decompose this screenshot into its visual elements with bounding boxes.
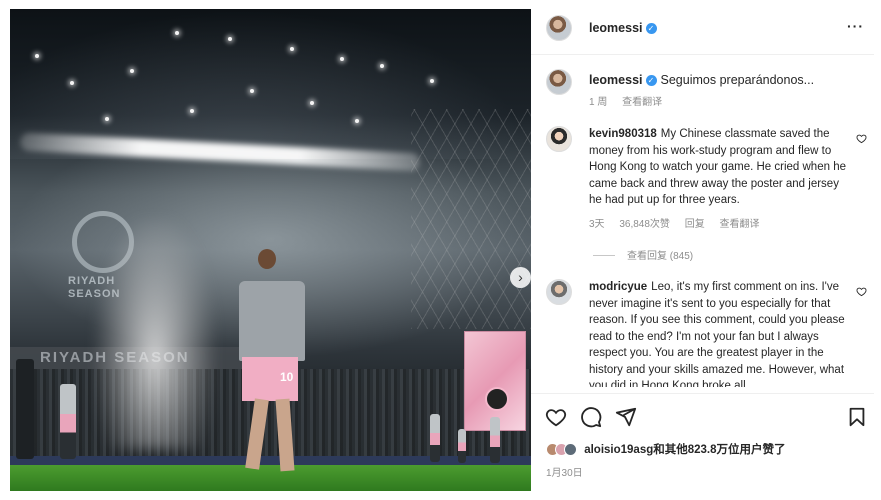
send-icon[interactable] — [615, 406, 637, 428]
comment-item: modricyue Leo, it's my first comment on i… — [589, 279, 847, 387]
caption-username[interactable]: leomessi — [589, 73, 643, 87]
comment-icon[interactable] — [580, 406, 602, 428]
player-shorts: 10 — [242, 357, 298, 401]
view-replies-link[interactable]: 查看回复 (845) — [593, 247, 693, 262]
liker-avatar — [564, 443, 577, 456]
action-bar — [531, 401, 874, 433]
post-photo: RIYADH SEASON RIYADH SEASON 10 › — [10, 9, 531, 491]
comment-text: Leo, it's my first comment on ins. I've … — [589, 281, 845, 387]
comment-meta: 3天 36,848次赞 回复 查看翻译 — [589, 215, 772, 230]
caption-meta: 1 周 查看翻译 — [589, 93, 674, 108]
comment-translate-link[interactable]: 查看翻译 — [720, 219, 760, 230]
commenter-avatar[interactable] — [546, 126, 572, 152]
ceiling-light — [355, 119, 359, 123]
ceiling-light — [70, 81, 74, 85]
caption-translate-link[interactable]: 查看翻译 — [622, 97, 662, 108]
ceiling-light — [190, 109, 194, 113]
heart-icon[interactable] — [545, 406, 567, 428]
bookmark-icon[interactable] — [846, 406, 868, 428]
likes-summary[interactable]: aloisio19asg和其他823.8万位用户赞了 — [546, 441, 786, 459]
ceiling-light — [175, 31, 179, 35]
ceiling-light — [228, 37, 232, 41]
smoke-plume — [95, 219, 215, 449]
background-player — [60, 384, 76, 459]
replies-divider-line — [593, 255, 615, 256]
commenter-avatar[interactable] — [546, 279, 572, 305]
comment-time: 3天 — [589, 219, 605, 230]
comment-like-heart-icon[interactable] — [856, 286, 867, 297]
shorts-number: 10 — [280, 370, 294, 384]
comment-username[interactable]: modricyue — [589, 281, 647, 293]
actions-divider — [531, 393, 874, 394]
ceiling-light — [430, 79, 434, 83]
ceiling-light — [105, 117, 109, 121]
view-replies-text[interactable]: 查看回复 (845) — [627, 251, 693, 262]
caption-avatar[interactable] — [546, 69, 572, 95]
verified-badge-icon: ✓ — [645, 75, 657, 86]
caption-line: leomessi ✓ Seguimos preparándonos... — [589, 73, 814, 87]
background-player — [458, 429, 466, 463]
background-player — [16, 359, 34, 459]
ceiling-light — [130, 69, 134, 73]
comment-likes-count[interactable]: 36,848次赞 — [619, 219, 670, 230]
caption-time: 1 周 — [589, 97, 608, 108]
player-shirt — [239, 281, 305, 361]
ceiling-light — [340, 57, 344, 61]
inter-miami-board — [464, 331, 526, 431]
next-photo-button[interactable]: › — [510, 267, 531, 288]
post-panel: leomessi ✓ ··· leomessi ✓ Seguimos preparán… — [531, 9, 874, 491]
comment-reply-link[interactable]: 回复 — [685, 219, 705, 230]
background-player — [430, 414, 440, 462]
ceiling-light — [35, 54, 39, 58]
roof-truss — [411, 109, 531, 329]
ceiling-light — [290, 47, 294, 51]
pitch-grass — [10, 465, 531, 491]
post-date: 1月30日 — [546, 468, 583, 479]
comments-area: leomessi ✓ Seguimos preparándonos... 1 周 查… — [531, 9, 874, 387]
ceiling-light — [380, 64, 384, 68]
caption-text: Seguimos preparándonos... — [660, 73, 815, 87]
ceiling-light — [310, 101, 314, 105]
likes-text[interactable]: aloisio19asg和其他823.8万位用户赞了 — [584, 444, 785, 456]
background-player — [490, 417, 500, 463]
club-crest-icon — [485, 387, 509, 411]
comment-like-heart-icon[interactable] — [856, 133, 867, 144]
comment-item: kevin980318 My Chinese classmate saved th… — [589, 126, 847, 209]
ceiling-light — [250, 89, 254, 93]
player-head — [258, 249, 276, 269]
comment-username[interactable]: kevin980318 — [589, 128, 657, 140]
